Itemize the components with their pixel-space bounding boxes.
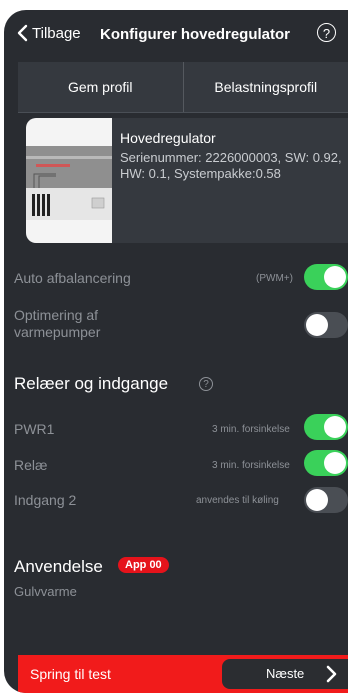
relay-pwr1-toggle[interactable] bbox=[304, 414, 348, 440]
help-icon[interactable]: ? bbox=[317, 23, 336, 42]
relays-section-title: Relæer og indgange bbox=[14, 374, 169, 393]
app-screen: Tilbage Konfigurer hovedregulator ? Gem … bbox=[4, 10, 348, 693]
input2-note: anvendes til køling bbox=[196, 495, 279, 506]
device-name: Hovedregulator bbox=[120, 130, 216, 146]
relay-relae-label: Relæ bbox=[14, 457, 48, 473]
toggle-knob bbox=[324, 452, 346, 474]
relay-pwr1-note: 3 min. forsinkelse bbox=[212, 424, 290, 435]
application-value: Gulvvarme bbox=[14, 584, 77, 599]
next-label: Næste bbox=[266, 666, 305, 681]
auto-balance-label: Auto afbalancering bbox=[14, 270, 131, 286]
back-label: Tilbage bbox=[32, 24, 81, 42]
tab-load-profile[interactable]: Belastningsprofil bbox=[182, 62, 348, 112]
toggle-knob bbox=[306, 314, 328, 336]
relay-relae-note: 3 min. forsinkelse bbox=[212, 460, 290, 471]
auto-balance-toggle[interactable] bbox=[304, 264, 348, 290]
back-button[interactable]: Tilbage bbox=[16, 24, 81, 42]
heatpump-toggle[interactable] bbox=[304, 312, 348, 338]
device-image bbox=[26, 118, 112, 243]
header: Tilbage Konfigurer hovedregulator ? bbox=[4, 10, 348, 60]
input2-label: Indgang 2 bbox=[14, 492, 77, 508]
tab-bar: Gem profil Belastningsprofil bbox=[18, 62, 348, 113]
next-button[interactable]: Næste bbox=[222, 659, 348, 689]
app-badge[interactable]: App 00 bbox=[118, 557, 169, 573]
bottom-bar: Spring til test Næste bbox=[18, 655, 348, 693]
skip-to-test-button[interactable]: Spring til test bbox=[30, 666, 111, 682]
toggle-knob bbox=[306, 489, 328, 511]
page-title: Konfigurer hovedregulator bbox=[100, 26, 291, 43]
relay-relae-toggle[interactable] bbox=[304, 450, 348, 476]
tab-save-profile[interactable]: Gem profil bbox=[18, 62, 183, 112]
application-title: Anvendelse bbox=[14, 557, 103, 576]
device-card: Hovedregulator Serienummer: 2226000003, … bbox=[26, 118, 348, 243]
heatpump-label: Optimering af varmepumper bbox=[14, 307, 101, 340]
toggle-knob bbox=[324, 416, 346, 438]
auto-balance-note: (PWM+) bbox=[256, 273, 293, 284]
relay-pwr1-label: PWR1 bbox=[14, 421, 55, 437]
chevron-right-icon bbox=[326, 665, 337, 683]
toggle-knob bbox=[324, 266, 346, 288]
device-info: Serienummer: 2226000003, SW: 0.92, HW: 0… bbox=[120, 150, 342, 181]
input2-toggle[interactable] bbox=[304, 487, 348, 513]
chevron-left-icon bbox=[17, 24, 28, 42]
relays-help-icon[interactable]: ? bbox=[199, 377, 213, 391]
